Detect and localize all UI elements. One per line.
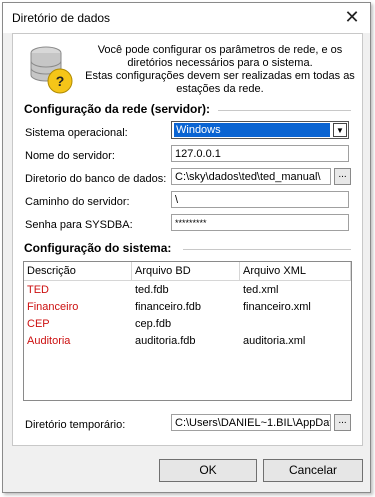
system-separator	[183, 249, 351, 250]
db-dir-label: Diretorio do banco de dados:	[25, 173, 167, 185]
chevron-down-icon[interactable]: ▼	[333, 123, 347, 137]
database-question-icon: ?	[30, 46, 73, 94]
row-xml-file: financeiro.xml	[243, 301, 311, 313]
title-bar: Diretório de dados ✕	[3, 3, 370, 33]
db-dir-browse-button[interactable]: ...	[334, 168, 351, 185]
db-dir-field[interactable]: C:\sky\dados\ted\ted_manual\	[171, 168, 331, 185]
row-description: Auditoria	[27, 335, 71, 347]
ok-button[interactable]: OK	[159, 459, 257, 482]
system-heading: Configuração do sistema:	[24, 241, 172, 255]
os-select[interactable]: Windows ▼	[171, 121, 349, 139]
password-field[interactable]: *********	[171, 214, 349, 231]
password-label: Senha para SYSDBA:	[25, 219, 133, 231]
window-title: Diretório de dados	[12, 11, 111, 25]
temp-dir-browse-button[interactable]: ...	[334, 414, 351, 431]
column-header-db-file[interactable]: Arquivo BD	[132, 262, 240, 281]
column-header-xml-file[interactable]: Arquivo XML	[240, 262, 351, 281]
row-description: TED	[27, 284, 49, 296]
server-path-field[interactable]: \	[171, 191, 349, 208]
info-line: Você pode configurar os parâmetros de re…	[97, 44, 343, 56]
server-label: Nome do servidor:	[25, 150, 115, 162]
cancel-button[interactable]: Cancelar	[263, 459, 363, 482]
info-line: Estas configurações devem ser realizadas…	[85, 70, 355, 82]
row-db-file: financeiro.fdb	[135, 301, 202, 313]
dialog-body: ? Você pode configurar os parâmetros de …	[12, 33, 363, 446]
info-text: Você pode configurar os parâmetros de re…	[85, 44, 355, 96]
row-description: Financeiro	[27, 301, 79, 313]
row-description: CEP	[27, 318, 50, 330]
server-path-label: Caminho do servidor:	[25, 196, 130, 208]
close-icon[interactable]: ✕	[340, 6, 364, 30]
column-header-description[interactable]: Descrição	[24, 262, 132, 281]
temp-dir-field[interactable]: C:\Users\DANIEL~1.BIL\AppData	[171, 414, 331, 431]
info-line: estações da rede.	[176, 83, 264, 95]
row-xml-file: ted.xml	[243, 284, 279, 296]
network-separator	[218, 110, 351, 111]
os-selected-value: Windows	[174, 123, 330, 137]
svg-text:?: ?	[56, 73, 65, 89]
os-label: Sistema operacional:	[25, 127, 128, 139]
row-xml-file	[240, 316, 243, 333]
server-name-field[interactable]: 127.0.0.1	[171, 145, 349, 162]
row-db-file: cep.fdb	[135, 318, 172, 330]
temp-dir-label: Diretório temporário:	[25, 419, 126, 431]
modules-table[interactable]: Descrição Arquivo BD Arquivo XML TED ted…	[23, 261, 352, 401]
row-db-file: ted.fdb	[135, 284, 169, 296]
network-heading: Configuração da rede (servidor):	[24, 102, 211, 116]
row-db-file: auditoria.fdb	[135, 335, 196, 347]
row-xml-file: auditoria.xml	[243, 335, 306, 347]
dialog-window: Diretório de dados ✕ ? Você pode configu…	[2, 2, 371, 493]
info-line: diretórios necessários para o sistema.	[127, 57, 313, 69]
